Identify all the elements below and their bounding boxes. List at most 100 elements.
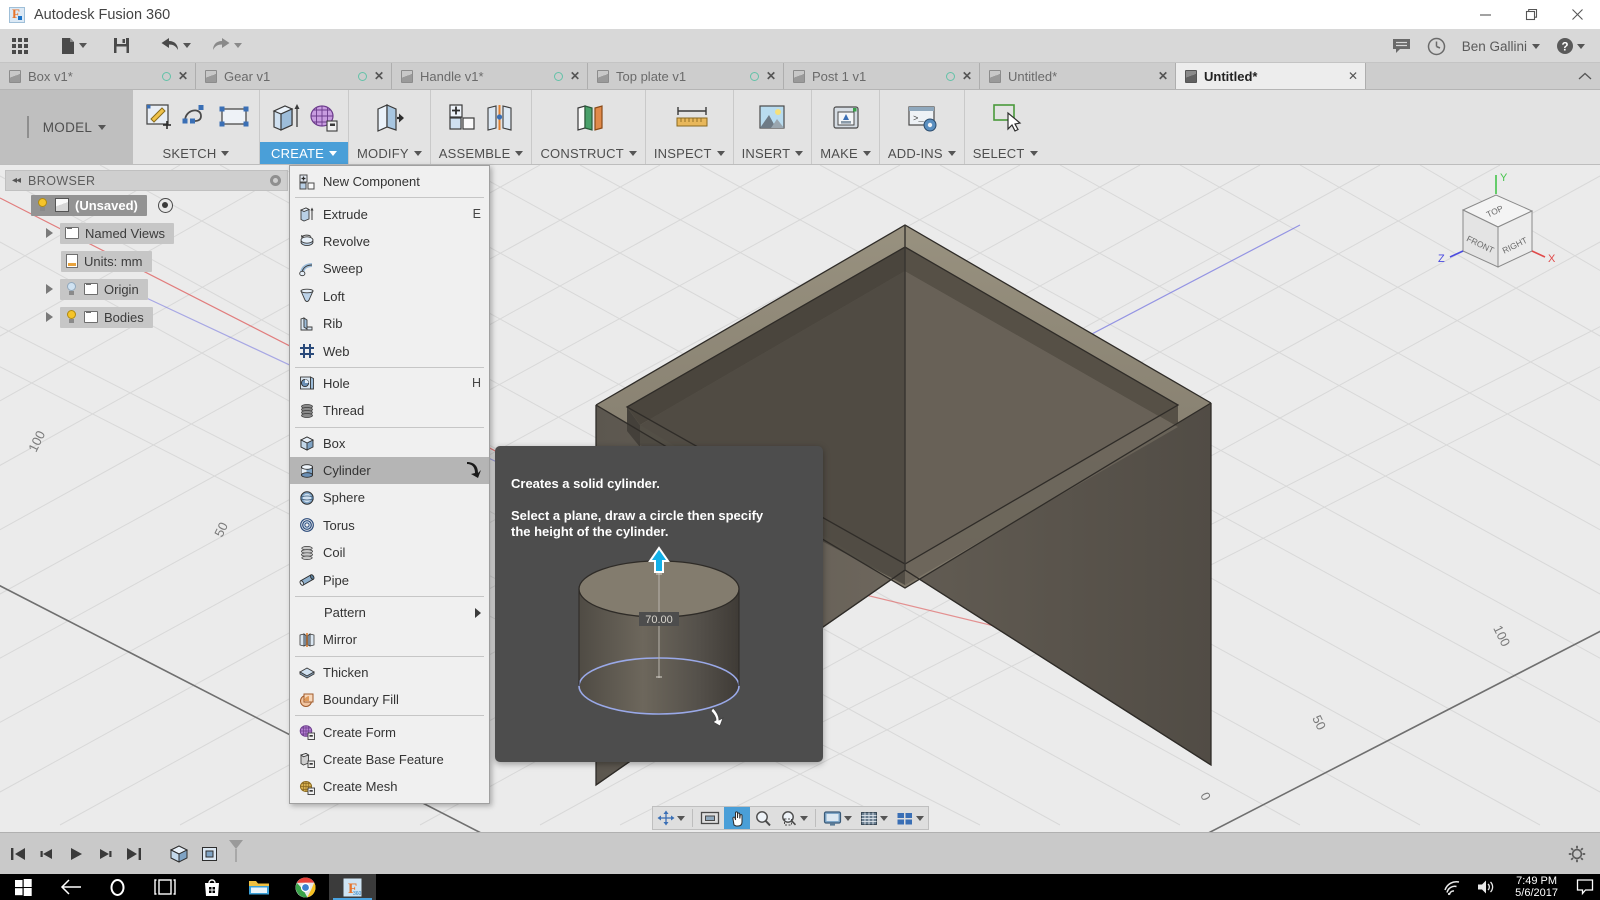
create-sketch-icon[interactable]	[141, 99, 175, 135]
task-view-button[interactable]	[141, 874, 188, 900]
menu-item-loft[interactable]: Loft	[290, 283, 489, 310]
browser-options-icon[interactable]	[270, 175, 281, 186]
volume-button[interactable]	[1469, 878, 1503, 896]
browser-row[interactable]: (Unsaved)	[5, 191, 288, 219]
menu-item-create-form[interactable]: Create Form	[290, 718, 489, 745]
go-to-beginning-button[interactable]	[10, 846, 26, 862]
notifications-button[interactable]	[1420, 29, 1453, 63]
browser-item-named-views[interactable]: Named Views	[60, 222, 174, 244]
measure-icon[interactable]	[672, 99, 708, 135]
fusion360-taskbar-button[interactable]: F 360	[329, 874, 376, 900]
menu-item-sweep[interactable]: Sweep	[290, 255, 489, 282]
light-bulb-icon[interactable]	[65, 282, 78, 296]
job-status-button[interactable]	[1385, 29, 1418, 63]
press-pull-icon[interactable]	[372, 99, 406, 135]
chevron-down-icon[interactable]	[916, 815, 924, 821]
ribbon-group-assemble-title[interactable]: ASSEMBLE	[431, 142, 532, 164]
ribbon-group-construct-title[interactable]: CONSTRUCT	[532, 142, 644, 164]
tab-close-icon[interactable]: ✕	[570, 69, 580, 83]
file-menu-button[interactable]	[53, 29, 94, 63]
browser-item-unsaved[interactable]: (Unsaved)	[31, 194, 147, 216]
tab-close-icon[interactable]: ✕	[1158, 69, 1168, 83]
browser-item-origin[interactable]: Origin	[60, 278, 148, 300]
browser-row[interactable]: Bodies	[5, 303, 288, 331]
create-form-ribbon-icon[interactable]	[306, 99, 340, 135]
menu-item-new-component[interactable]: New Component	[290, 168, 489, 195]
restore-button[interactable]	[1508, 0, 1554, 29]
menu-item-coil[interactable]: Coil	[290, 539, 489, 566]
offset-plane-icon[interactable]	[572, 99, 606, 135]
redo-button[interactable]	[204, 29, 249, 63]
tab-close-icon[interactable]: ✕	[962, 69, 972, 83]
tab-close-icon[interactable]: ✕	[374, 69, 384, 83]
ribbon-group-make-title[interactable]: MAKE	[812, 142, 879, 164]
menu-item-hole[interactable]: Hole H	[290, 370, 489, 397]
insert-image-icon[interactable]	[755, 99, 789, 135]
chrome-button[interactable]	[282, 874, 329, 900]
help-menu-button[interactable]: ?	[1549, 29, 1592, 63]
document-tab[interactable]: Box v1* ✕	[0, 63, 196, 89]
chevron-down-icon[interactable]	[800, 815, 808, 821]
minimize-button[interactable]	[1462, 0, 1508, 29]
document-tab[interactable]: Gear v1 ✕	[196, 63, 392, 89]
undo-button[interactable]	[153, 29, 198, 63]
timeline-settings-button[interactable]	[1568, 845, 1586, 868]
menu-item-sphere[interactable]: Sphere	[290, 484, 489, 511]
scripts-addins-icon[interactable]: >_	[905, 99, 939, 135]
joint-icon[interactable]	[483, 99, 517, 135]
menu-item-pipe[interactable]: Pipe	[290, 566, 489, 593]
tab-close-icon[interactable]: ✕	[766, 69, 776, 83]
menu-item-cylinder[interactable]: Cylinder	[290, 456, 489, 485]
light-bulb-icon[interactable]	[36, 198, 49, 212]
orbit-button[interactable]	[653, 807, 689, 829]
menu-item-mirror[interactable]: Mirror	[290, 626, 489, 653]
document-tab-active[interactable]: Untitled* ✕	[1176, 63, 1366, 89]
menu-item-thicken[interactable]: Thicken	[290, 659, 489, 686]
menu-item-pattern[interactable]: Pattern	[290, 599, 489, 626]
viewports-button[interactable]	[892, 807, 928, 829]
ribbon-group-select-title[interactable]: SELECT	[965, 142, 1046, 164]
menu-item-boundary-fill[interactable]: Boundary Fill	[290, 686, 489, 713]
chevron-down-icon[interactable]	[880, 815, 888, 821]
ribbon-group-inspect-title[interactable]: INSPECT	[646, 142, 733, 164]
timeline-marker[interactable]	[227, 838, 245, 869]
chevron-down-icon[interactable]	[677, 815, 685, 821]
3d-print-icon[interactable]	[829, 99, 863, 135]
back-button[interactable]	[47, 874, 94, 900]
expand-arrow-icon[interactable]	[45, 284, 54, 294]
play-button[interactable]	[68, 846, 84, 862]
menu-item-thread[interactable]: Thread	[290, 397, 489, 424]
timeline-feature-cube[interactable]	[169, 844, 189, 864]
menu-item-box[interactable]: Box	[290, 430, 489, 457]
browser-row[interactable]: Named Views	[5, 219, 288, 247]
menu-item-torus[interactable]: Torus	[290, 512, 489, 539]
step-forward-button[interactable]	[97, 846, 113, 862]
timeline-base-feature[interactable]	[200, 844, 220, 864]
taskbar-clock[interactable]: 7:49 PM 5/6/2017	[1503, 875, 1570, 899]
document-tab[interactable]: Untitled* ✕	[980, 63, 1176, 89]
ribbon-group-sketch-title[interactable]: SKETCH	[133, 142, 259, 164]
look-at-button[interactable]	[696, 807, 724, 829]
document-tab[interactable]: Post 1 v1 ✕	[784, 63, 980, 89]
ribbon-group-addins-title[interactable]: ADD-INS	[880, 142, 964, 164]
grid-snaps-button[interactable]	[856, 807, 892, 829]
start-button[interactable]	[0, 874, 47, 900]
ribbon-group-create-title[interactable]: CREATE	[260, 142, 348, 164]
browser-collapse-icon[interactable]: ◂◂	[12, 175, 21, 186]
ribbon-group-insert-title[interactable]: INSERT	[734, 142, 812, 164]
menu-item-create-base-feature[interactable]: Create Base Feature	[290, 746, 489, 773]
viewcube[interactable]: Y TOP FRONT RIGHT X Z	[1428, 167, 1578, 282]
close-button[interactable]	[1554, 0, 1600, 29]
pan-button[interactable]	[724, 807, 750, 829]
menu-item-rib[interactable]: Rib	[290, 310, 489, 337]
menu-item-create-mesh[interactable]: Create Mesh	[290, 773, 489, 800]
expand-arrow-icon[interactable]	[45, 228, 54, 238]
menu-item-web[interactable]: Web	[290, 337, 489, 364]
step-back-button[interactable]	[39, 846, 55, 862]
account-menu-button[interactable]: Ben Gallini	[1455, 29, 1547, 63]
tab-close-icon[interactable]: ✕	[1348, 69, 1358, 83]
workspace-selector[interactable]: MODEL	[0, 90, 133, 164]
new-component-ribbon-icon[interactable]	[445, 99, 479, 135]
browser-row[interactable]: Origin	[5, 275, 288, 303]
select-icon[interactable]	[988, 99, 1022, 135]
